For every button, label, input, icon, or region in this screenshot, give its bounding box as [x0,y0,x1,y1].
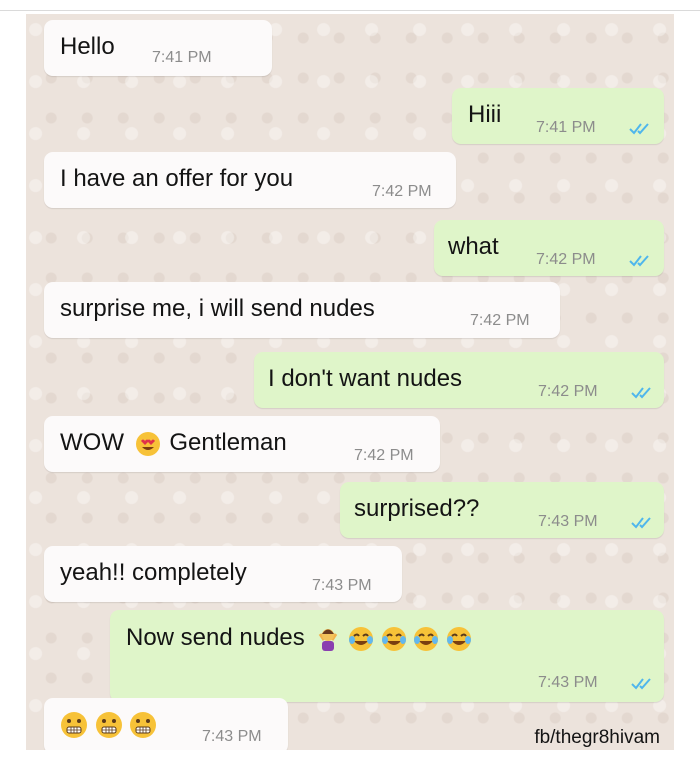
heart-eyes-face-emoji [135,431,160,456]
read-receipt-icon [629,255,649,267]
message-text: surprised?? [354,495,480,522]
message-timestamp: 7:41 PM [536,119,596,136]
read-receipt-icon [631,517,651,529]
message-bubble-incoming[interactable]: Hello 7:41 PM [44,20,272,76]
grimacing-face-emoji [95,711,122,738]
message-text: Now send nudes [126,624,472,652]
grimacing-face-emoji [61,711,87,738]
message-bubble-incoming[interactable]: surprise me, i will send nudes 7:42 PM [44,282,560,338]
message-text: WOW Gentleman [60,429,287,457]
message-timestamp: 7:42 PM [372,183,432,200]
chat-thread[interactable]: Hello 7:41 PM Hiii 7:41 PM I have an off… [26,14,674,750]
message-text: what [448,233,499,260]
message-bubble-outgoing[interactable]: Hiii 7:41 PM [452,88,664,144]
message-text: surprise me, i will send nudes [60,295,375,322]
message-bubble-outgoing[interactable]: what 7:42 PM [434,220,664,276]
message-text-part: Now send nudes [126,624,305,651]
read-receipt-icon [629,123,649,135]
tears-of-joy-emoji [447,626,472,651]
message-bubble-outgoing[interactable]: surprised?? 7:43 PM [340,482,664,538]
message-timestamp: 7:43 PM [538,513,598,530]
message-timestamp: 7:42 PM [538,383,598,400]
message-timestamp: 7:41 PM [152,49,212,66]
message-text: yeah!! completely [60,559,247,586]
message-bubble-incoming[interactable]: 7:43 PM [44,698,288,750]
message-bubble-incoming[interactable]: I have an offer for you 7:42 PM [44,152,456,208]
message-bubble-incoming[interactable]: WOW Gentleman 7:42 PM [44,416,440,472]
message-text-part: Gentleman [169,429,287,456]
message-timestamp: 7:43 PM [538,674,598,691]
grimacing-face-emoji [130,711,157,738]
source-credit: fb/thegr8hivam [534,727,660,748]
top-divider [0,10,700,11]
message-timestamp: 7:43 PM [312,577,372,594]
tears-of-joy-emoji [414,626,439,651]
message-timestamp: 7:42 PM [354,447,414,464]
message-bubble-outgoing[interactable]: I don't want nudes 7:42 PM [254,352,664,408]
read-receipt-icon [631,387,651,399]
message-emojis [60,710,157,739]
tears-of-joy-emoji [381,626,406,651]
tears-of-joy-emoji [349,626,374,651]
message-timestamp: 7:43 PM [202,728,262,745]
message-timestamp: 7:42 PM [536,251,596,268]
message-timestamp: 7:42 PM [470,312,530,329]
message-text-part: WOW [60,429,124,456]
message-text: Hello [60,33,115,60]
woman-shrugging-emoji [319,628,338,651]
read-receipt-icon [631,678,651,690]
message-text: I have an offer for you [60,165,294,192]
message-bubble-outgoing[interactable]: Now send nudes 7:43 PM [110,610,664,702]
message-text: I don't want nudes [268,365,463,392]
message-text: Hiii [468,101,502,128]
message-bubble-incoming[interactable]: yeah!! completely 7:43 PM [44,546,402,602]
